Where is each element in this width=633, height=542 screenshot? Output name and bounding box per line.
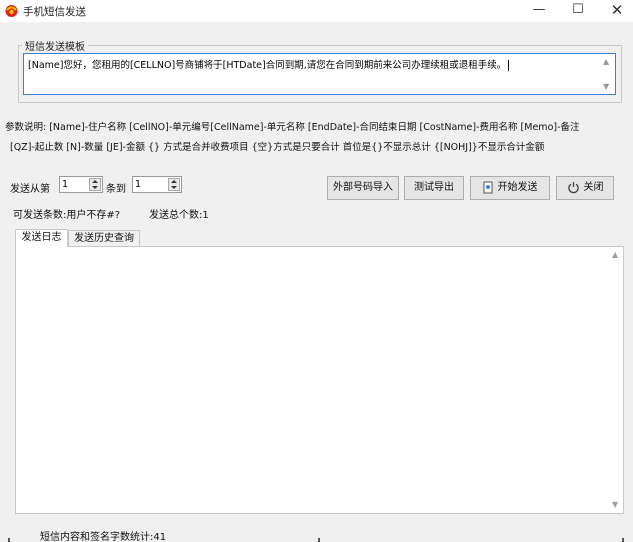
send-from-spinner[interactable]	[59, 176, 103, 193]
send-from-label: 发送从第	[10, 184, 50, 195]
main-window: 手机短信发送 — ☐ ✕ 短信发送模板 [Name]您好，您租用的[CELLNO…	[0, 0, 633, 542]
send-to-label: 条到	[106, 184, 126, 195]
scroll-down-icon[interactable]: ▼	[612, 500, 618, 509]
send-doc-icon	[483, 181, 492, 193]
total-send-count: 发送总个数:1	[149, 210, 209, 221]
tab-send-log-label: 发送日志	[21, 232, 62, 243]
title-bar: 手机短信发送 — ☐ ✕	[0, 0, 633, 22]
template-text: [Name]您好，您租用的[CELLNO]号商铺将于[HTDate]合同到期,请…	[28, 57, 510, 71]
send-to-spin-buttons[interactable]	[168, 178, 180, 191]
spin-down-icon[interactable]	[92, 186, 98, 189]
send-to-spinner[interactable]	[132, 176, 182, 193]
sendable-count: 可发送条数:用户不存#?	[13, 210, 121, 221]
spin-up-icon[interactable]	[92, 180, 98, 183]
char-count-status: 短信内容和签名字数统计:41	[40, 532, 167, 542]
spin-up-icon[interactable]	[171, 180, 177, 183]
status-divider	[318, 538, 320, 542]
text-caret	[508, 60, 510, 71]
close-window-button[interactable]: ✕	[597, 0, 633, 22]
close-label: 关闭	[583, 182, 604, 193]
scroll-down-icon[interactable]: ▼	[603, 82, 609, 91]
send-log-panel[interactable]: ▲ ▼	[15, 246, 624, 514]
template-scrollbar[interactable]: ▲ ▼	[601, 55, 614, 93]
param-help-line-1: 参数说明: [Name]-住户名称 [CellNO]-单元编号[CellName…	[5, 122, 580, 133]
spin-down-icon[interactable]	[171, 186, 177, 189]
test-export-button[interactable]: 测试导出	[404, 176, 464, 200]
test-export-label: 测试导出	[414, 182, 454, 193]
status-bar: 短信内容和签名字数统计:41	[0, 522, 633, 542]
template-textarea[interactable]: [Name]您好，您租用的[CELLNO]号商铺将于[HTDate]合同到期,请…	[23, 53, 616, 95]
send-from-input[interactable]	[62, 178, 88, 191]
param-help-line-2: [QZ]-起止数 [N]-数量 [JE]-金额 {} 方式是合并收费项目 {空}…	[10, 142, 545, 153]
tab-send-history-label: 发送历史查询	[74, 233, 134, 244]
send-to-input[interactable]	[135, 178, 161, 191]
status-divider	[622, 538, 624, 542]
template-group-label: 短信发送模板	[22, 38, 88, 53]
power-icon	[567, 181, 579, 193]
maximize-button[interactable]: ☐	[558, 0, 598, 22]
log-scrollbar[interactable]: ▲ ▼	[609, 247, 623, 513]
tab-send-history[interactable]: 发送历史查询	[68, 230, 140, 247]
send-from-spin-buttons[interactable]	[89, 178, 101, 191]
tab-send-log[interactable]: 发送日志	[15, 229, 68, 247]
close-button[interactable]: 关闭	[556, 176, 614, 200]
scroll-up-icon[interactable]: ▲	[603, 57, 609, 66]
start-send-button[interactable]: 开始发送	[470, 176, 550, 200]
window-title: 手机短信发送	[23, 6, 86, 18]
scroll-up-icon[interactable]: ▲	[612, 250, 618, 259]
start-send-label: 开始发送	[497, 182, 538, 193]
import-numbers-button[interactable]: 外部号码导入	[327, 176, 399, 200]
minimize-button[interactable]: —	[519, 0, 559, 22]
app-logo-icon	[5, 5, 18, 17]
import-numbers-label: 外部号码导入	[333, 182, 393, 193]
status-divider	[8, 538, 10, 542]
